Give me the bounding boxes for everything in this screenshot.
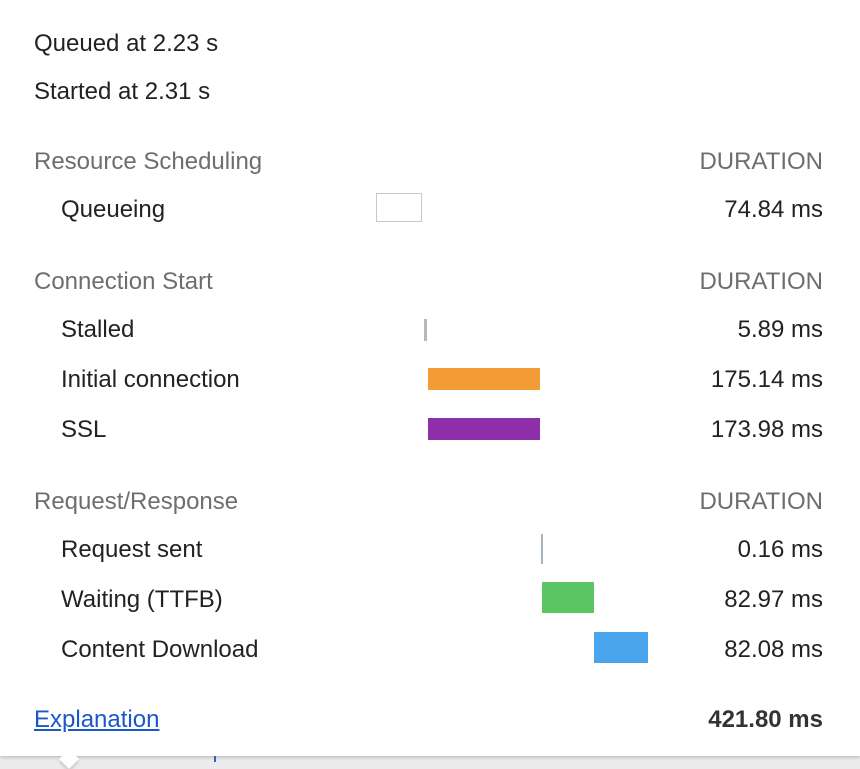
- explanation-link[interactable]: Explanation: [34, 706, 159, 734]
- timing-row-label-stalled: Stalled: [61, 316, 135, 343]
- section-title-resource-scheduling: Resource Scheduling: [34, 148, 263, 175]
- duration-header: DURATION: [699, 488, 823, 515]
- timing-row-value-queueing: 74.84 ms: [724, 196, 823, 223]
- timing-popover: Queued at 2.23 s Started at 2.31 s Resou…: [0, 0, 860, 756]
- timing-row-value-request-sent: 0.16 ms: [737, 536, 823, 563]
- underlying-timeline-tick: [214, 756, 216, 762]
- timing-bar-content-download: [594, 632, 648, 663]
- timing-row-value-ssl: 173.98 ms: [710, 416, 823, 443]
- timing-bar-queueing: [376, 193, 422, 222]
- timing-row-value-content-download: 82.08 ms: [724, 636, 823, 663]
- duration-header: DURATION: [699, 268, 823, 295]
- timing-row-label-queueing: Queueing: [61, 196, 166, 223]
- timing-bar-request-sent: [541, 534, 543, 564]
- timing-row-label-content-download: Content Download: [61, 636, 259, 663]
- timing-row-value-initial-connection: 175.14 ms: [710, 366, 823, 393]
- timing-row-value-stalled: 5.89 ms: [737, 316, 823, 343]
- started-at-text: Started at 2.31 s: [34, 78, 211, 105]
- queued-at-text: Queued at 2.23 s: [34, 30, 219, 57]
- timing-bar-initial-connection: [428, 368, 540, 390]
- timing-row-label-initial-connection: Initial connection: [61, 366, 240, 393]
- timing-bar-ssl: [428, 418, 540, 440]
- section-title-request-response: Request/Response: [34, 488, 239, 515]
- timing-row-value-waiting-ttfb: 82.97 ms: [724, 586, 823, 613]
- timing-row-label-ssl: SSL: [61, 416, 107, 443]
- total-duration: 421.80 ms: [708, 706, 823, 733]
- timing-bar-waiting-ttfb: [542, 582, 594, 613]
- section-title-connection-start: Connection Start: [34, 268, 213, 295]
- timing-bar-stalled: [424, 319, 427, 341]
- timing-row-label-request-sent: Request sent: [61, 536, 203, 563]
- duration-header: DURATION: [699, 148, 823, 175]
- timing-row-label-waiting-ttfb: Waiting (TTFB): [61, 586, 223, 613]
